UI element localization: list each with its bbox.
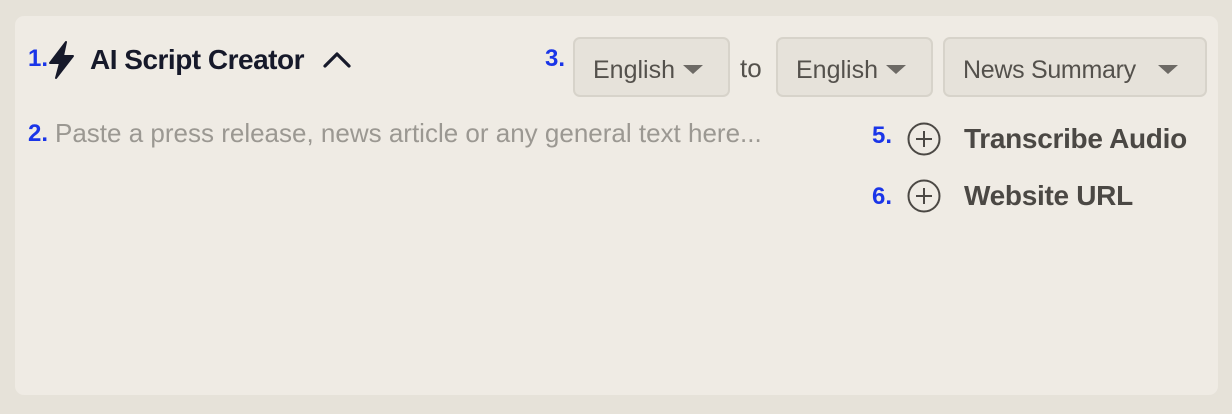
text-input[interactable]: Paste a press release, news article or a…: [55, 118, 762, 149]
target-language-value: English: [796, 56, 878, 84]
website-url-button[interactable]: Website URL: [906, 178, 1133, 214]
lightning-bolt-icon: [49, 41, 74, 79]
marker-3: 3.: [545, 45, 566, 72]
chevron-up-icon[interactable]: [322, 50, 352, 70]
marker-6: 6.: [872, 183, 893, 210]
target-language-dropdown[interactable]: English: [776, 37, 933, 97]
plus-circle-icon: [907, 179, 941, 213]
website-url-label: Website URL: [964, 180, 1133, 211]
page-title: AI Script Creator: [90, 44, 305, 75]
marker-2: 2.: [28, 120, 49, 147]
caret-down-icon: [683, 65, 703, 74]
marker-5: 5.: [872, 122, 893, 149]
source-language-dropdown[interactable]: English: [573, 37, 730, 97]
script-style-value: News Summary: [963, 56, 1136, 84]
transcribe-audio-label: Transcribe Audio: [964, 123, 1187, 154]
transcribe-audio-button[interactable]: Transcribe Audio: [906, 121, 1187, 157]
caret-down-icon: [886, 65, 906, 74]
caret-down-icon: [1158, 65, 1178, 74]
script-style-dropdown[interactable]: News Summary: [943, 37, 1207, 97]
header: AI Script Creator: [45, 40, 352, 80]
plus-circle-icon: [907, 122, 941, 156]
source-language-value: English: [593, 56, 675, 84]
language-connector: to: [740, 53, 762, 83]
